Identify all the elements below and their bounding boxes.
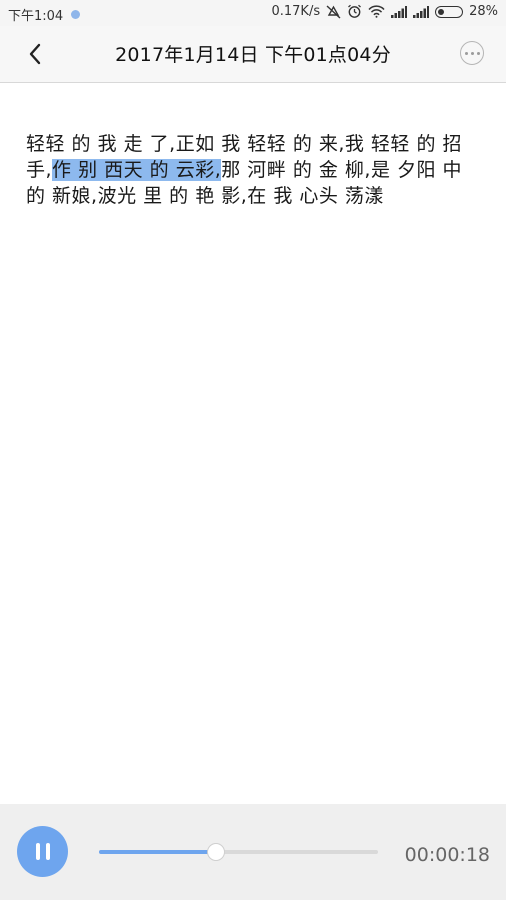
chevron-left-icon: [29, 43, 41, 65]
signal-icon-1: [391, 5, 408, 18]
wifi-icon: [368, 5, 385, 18]
status-time: 下午1:04: [8, 9, 64, 24]
transcript-area: 轻轻 的 我 走 了,正如 我 轻轻 的 来,我 轻轻 的 招手,作 别 西天 …: [0, 83, 506, 804]
transcript-text: 轻轻 的 我 走 了,正如 我 轻轻 的 来,我 轻轻 的 招手,作 别 西天 …: [26, 131, 486, 209]
more-button[interactable]: [460, 41, 484, 65]
signal-icon-2: [413, 5, 430, 18]
progress-thumb[interactable]: [207, 843, 226, 861]
page-title: 2017年1月14日 下午01点04分: [115, 44, 391, 66]
more-dots-icon: [464, 51, 468, 55]
status-bar: 下午1:04 0.17K/s 28%: [0, 0, 506, 26]
progress-track[interactable]: [99, 850, 378, 854]
progress-fill: [99, 850, 217, 854]
pause-icon: [35, 843, 40, 860]
app-header: 2017年1月14日 下午01点04分: [0, 26, 506, 83]
back-button[interactable]: [22, 40, 50, 68]
notification-dot-icon: [71, 10, 81, 19]
battery-percent: 28%: [469, 4, 498, 19]
transcript-highlight: 作 别 西天 的 云彩,: [52, 159, 222, 181]
pause-button[interactable]: [17, 826, 68, 877]
network-speed: 0.17K/s: [271, 4, 321, 19]
alarm-icon: [347, 4, 362, 19]
audio-player: 00:00:18: [0, 804, 506, 900]
battery-icon: [435, 5, 464, 18]
mute-icon: [326, 4, 341, 19]
elapsed-time: 00:00:18: [404, 844, 490, 866]
